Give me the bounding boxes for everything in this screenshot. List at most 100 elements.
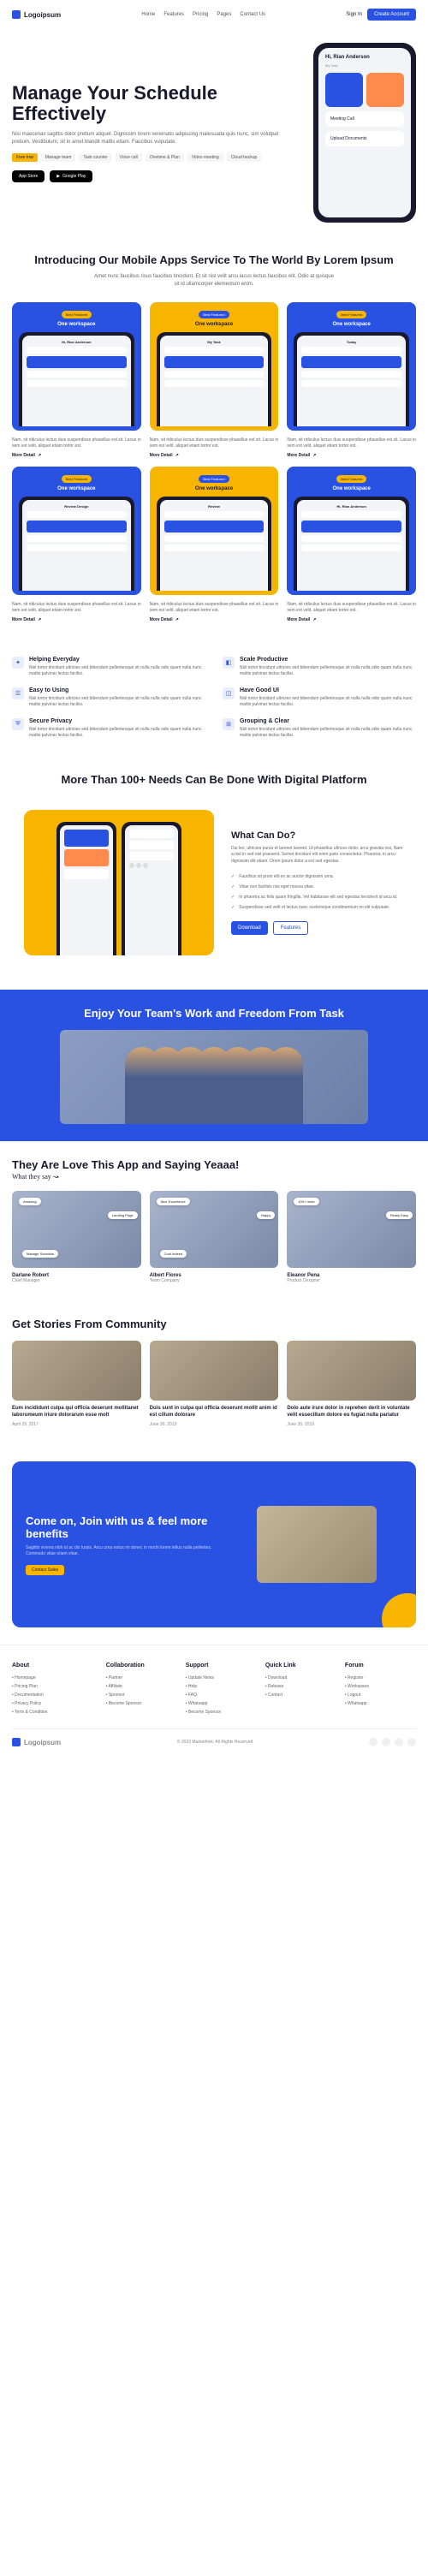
footer-link[interactable]: • Workspace — [345, 1682, 416, 1691]
tag-free-trial[interactable]: Free trial — [12, 153, 38, 162]
features-button[interactable]: Features — [273, 921, 309, 935]
footer-link[interactable]: • Pricing Plan — [12, 1682, 98, 1691]
benefit-icon: ⛨ — [12, 718, 24, 730]
feature-phone-title: One workspace — [19, 322, 134, 327]
benefit-desc: Nisl tortor tincidunt ultricies sed bibe… — [29, 665, 205, 677]
arrow-icon: ↗ — [312, 617, 316, 622]
footer-link[interactable]: • Release — [265, 1682, 336, 1691]
more-detail-link[interactable]: More Detail ↗ — [287, 617, 416, 622]
nav-features[interactable]: Features — [163, 12, 184, 17]
platform-title: More Than 100+ Needs Can Be Done With Di… — [12, 773, 416, 788]
logo[interactable]: Logoipsum — [12, 10, 61, 19]
signin-link[interactable]: Sign In — [346, 12, 362, 17]
stories-grid: Eum incididunt culpa qui officia deserun… — [12, 1341, 416, 1428]
story-image — [12, 1341, 141, 1401]
footer-link[interactable]: • Whatsapp — [345, 1699, 416, 1708]
testimonial-card: 100+ moreReally Easy Eleanor Pena Produc… — [287, 1191, 416, 1283]
badge: Best Featured — [336, 475, 366, 483]
story-title: Duis sunt in culpa qui officia deserunt … — [150, 1406, 279, 1419]
testimonial-tag: Nice Experience — [157, 1198, 190, 1205]
phone-card-blue — [325, 73, 363, 107]
more-detail-link[interactable]: More Detail ↗ — [12, 617, 141, 622]
footer-link[interactable]: • Sponsor — [106, 1691, 177, 1699]
story-card[interactable]: Dolo aute irure dolor in reprehen derit … — [287, 1341, 416, 1428]
footer-link[interactable]: • Contact — [265, 1691, 336, 1699]
more-detail-link[interactable]: More Detail ↗ — [150, 453, 279, 458]
footer-link[interactable]: • Download — [265, 1674, 336, 1682]
footer-col-title: Forum — [345, 1663, 416, 1669]
benefit-icon: ◧ — [223, 657, 235, 669]
testimonial-tag: Landing Page — [108, 1211, 138, 1219]
feature-phone-preview: Best Featured One workspace Hi, Rian And… — [287, 467, 416, 595]
benefit-icon: ⊞ — [223, 718, 235, 730]
story-card[interactable]: Eum incididunt culpa qui officia deserun… — [12, 1341, 141, 1428]
footer-link[interactable]: • Logout — [345, 1691, 416, 1699]
google-play-button[interactable]: ▶ Google Play — [50, 170, 92, 182]
cta-image — [257, 1506, 377, 1583]
tag[interactable]: Voice call — [116, 153, 142, 162]
nav-home[interactable]: Home — [141, 12, 155, 17]
social-links — [369, 1738, 416, 1746]
facebook-icon[interactable] — [369, 1738, 377, 1746]
footer-link[interactable]: • Partner — [106, 1674, 177, 1682]
nav-pricing[interactable]: Pricing — [193, 12, 208, 17]
more-detail-link[interactable]: More Detail ↗ — [12, 453, 141, 458]
tag[interactable]: Cloud backup — [227, 153, 262, 162]
benefit-item: ⊞ Grouping & Clear Nisl tortor tincidunt… — [223, 718, 416, 739]
more-detail-link[interactable]: More Detail ↗ — [150, 617, 279, 622]
instagram-icon[interactable] — [395, 1738, 403, 1746]
footer-link[interactable]: • Register — [345, 1674, 416, 1682]
footer-link[interactable]: • Update News — [186, 1674, 257, 1682]
more-detail-link[interactable]: More Detail ↗ — [287, 453, 416, 458]
platform-subtitle: What Can Do? — [231, 830, 404, 841]
footer-link[interactable]: • Documentation — [12, 1691, 98, 1699]
story-card[interactable]: Duis sunt in culpa qui officia deserunt … — [150, 1341, 279, 1428]
benefit-desc: Nisl tortor tincidunt ultricies sed bibe… — [29, 727, 205, 739]
platform-list-item: Faucibus sit proin elit en ac auctor dig… — [231, 872, 404, 882]
create-account-button[interactable]: Create Account — [367, 9, 416, 21]
linkedin-icon[interactable] — [407, 1738, 416, 1746]
twitter-icon[interactable] — [382, 1738, 390, 1746]
copyright: © 2022 Markethink. All Rights Reserved — [177, 1740, 253, 1745]
footer-logo[interactable]: Logoipsum — [12, 1738, 61, 1746]
benefit-item: ☰ Easy to Using Nisl tortor tincidunt ul… — [12, 687, 205, 708]
footer-link[interactable]: • Help — [186, 1682, 257, 1691]
footer-link[interactable]: • Homepage — [12, 1674, 98, 1682]
testimonial-role: Team Company — [150, 1278, 279, 1283]
feature-desc: Nam, sit ridiculus lectus duis suspendis… — [12, 602, 141, 614]
footer-link[interactable]: • Become Sponsor — [186, 1708, 257, 1716]
footer-link[interactable]: • FAQ — [186, 1691, 257, 1699]
app-store-button[interactable]: App Store — [12, 170, 45, 182]
badge: Best Featured — [62, 475, 92, 483]
benefit-icon: ✦ — [12, 657, 24, 669]
feature-phone-title: One workspace — [157, 486, 272, 491]
nav-actions: Sign In Create Account — [346, 9, 416, 21]
tag[interactable]: Manage team — [41, 153, 76, 162]
benefit-item: ◫ Have Good UI Nisl tortor tincidunt ult… — [223, 687, 416, 708]
tag[interactable]: Task counter — [79, 153, 111, 162]
hero-section: Manage Your Schedule Effectively Nisi ma… — [0, 29, 428, 236]
footer-link[interactable]: • Privacy Policy — [12, 1699, 98, 1708]
feature-phone-preview: Best Featured One workspace Review Desig… — [12, 467, 141, 595]
feature-phone-preview: Best Featured One workspace Hi, Rian And… — [12, 302, 141, 431]
footer-link[interactable]: • Whatsapp — [186, 1699, 257, 1708]
phone-task-item: Meeting Call — [325, 111, 404, 127]
tag[interactable]: Video meeting — [187, 153, 223, 162]
download-button[interactable]: Download — [231, 921, 268, 935]
arrow-icon: ↗ — [38, 453, 41, 458]
badge: Best Featured — [199, 475, 229, 483]
testimonial-image: 100+ moreReally Easy — [287, 1191, 416, 1268]
footer-link[interactable]: • Affiliate — [106, 1682, 177, 1691]
testimonials-grid: AmazingLanding PageManage Schedule Darla… — [12, 1191, 416, 1283]
footer-link[interactable]: • Become Sponsor — [106, 1699, 177, 1708]
testimonial-card: Nice ExperienceHappyCool Indeed Albert F… — [150, 1191, 279, 1283]
cta-title: Come on, Join with us & feel more benefi… — [26, 1514, 219, 1540]
testimonial-image: AmazingLanding PageManage Schedule — [12, 1191, 141, 1268]
contact-sales-button[interactable]: Contact Sales — [26, 1565, 64, 1575]
nav-contact[interactable]: Contact Us — [240, 12, 265, 17]
platform-list-item: Suspendisse sed velit et lectus nunc sce… — [231, 902, 404, 913]
tag[interactable]: Onetime & Plan — [146, 153, 184, 162]
footer-link[interactable]: • Term & Condition — [12, 1708, 98, 1716]
nav-pages[interactable]: Pages — [217, 12, 231, 17]
feature-card: Best Featured One workspace My Task Nam,… — [150, 302, 279, 458]
